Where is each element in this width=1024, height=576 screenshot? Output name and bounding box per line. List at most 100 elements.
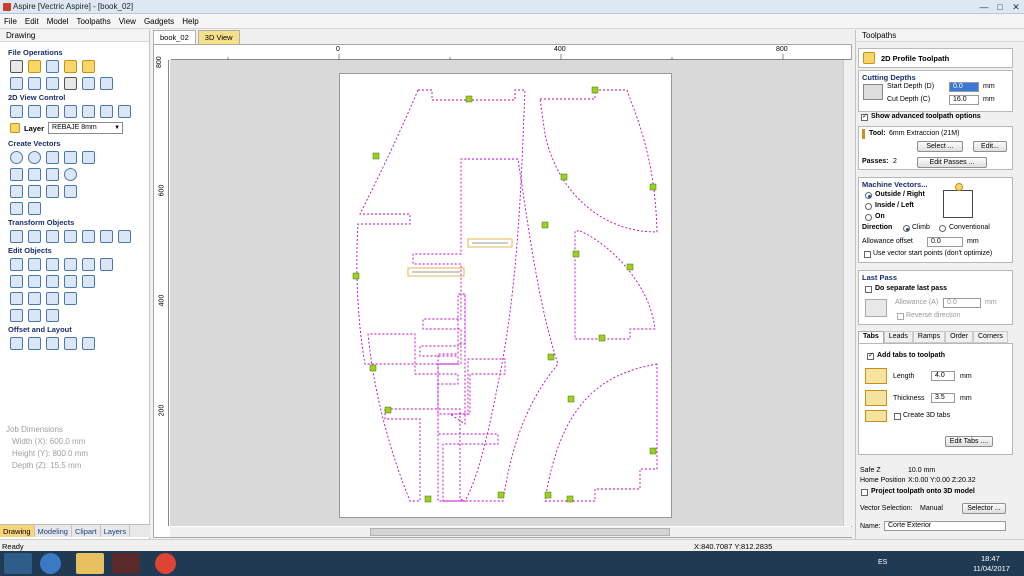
open-folder-icon[interactable] — [64, 60, 77, 73]
curve-icon[interactable] — [46, 168, 59, 181]
arrow-right-icon[interactable] — [64, 292, 77, 305]
new-file-icon[interactable] — [10, 60, 23, 73]
inside-left-radio[interactable] — [865, 203, 872, 210]
allowance-a-input[interactable]: 0.0 — [943, 298, 981, 308]
scissors-icon[interactable] — [82, 275, 95, 288]
zoom-box-icon[interactable] — [46, 105, 59, 118]
subtab-corners[interactable]: Corners — [973, 331, 1008, 343]
layer-dropdown[interactable]: REBAJE 8mm ▼ — [48, 122, 124, 134]
subtab-ramps[interactable]: Ramps — [912, 331, 946, 343]
tab-clipart[interactable]: Clipart — [72, 525, 101, 537]
file-explorer-icon[interactable] — [76, 553, 104, 574]
paste-icon[interactable] — [46, 77, 59, 90]
close-vector-icon[interactable] — [28, 275, 41, 288]
center-icon[interactable] — [118, 230, 131, 243]
zoom-fit-icon[interactable] — [64, 105, 77, 118]
trim-icon[interactable] — [46, 275, 59, 288]
allowance-input[interactable]: 0.0 — [927, 237, 963, 247]
undo-icon[interactable] — [82, 77, 95, 90]
vector-drawing[interactable] — [340, 74, 673, 519]
selector-button[interactable]: Selector ... — [962, 503, 1006, 514]
circle-icon[interactable] — [10, 151, 23, 164]
rectangle-icon[interactable] — [46, 151, 59, 164]
fillet-icon[interactable] — [64, 275, 77, 288]
extend-icon[interactable] — [46, 292, 59, 305]
tool-edit-button[interactable]: Edit... — [973, 141, 1007, 152]
open-file-icon[interactable] — [28, 60, 41, 73]
text-on-curve-icon[interactable] — [28, 185, 41, 198]
select-icon[interactable] — [10, 258, 23, 271]
polygon-icon[interactable] — [64, 151, 77, 164]
chevron-icon[interactable] — [28, 309, 41, 322]
menu-help[interactable]: Help — [182, 17, 198, 26]
project-toolpath-checkbox[interactable] — [861, 489, 868, 496]
horizontal-scroll-thumb[interactable] — [370, 528, 670, 536]
subtab-leads[interactable]: Leads — [883, 331, 913, 343]
rotate-icon[interactable] — [46, 230, 59, 243]
vertical-scrollbar[interactable] — [843, 60, 852, 526]
create-3d-tabs-checkbox[interactable] — [894, 413, 901, 420]
separate-last-pass-checkbox[interactable] — [865, 286, 872, 293]
node-select-icon[interactable] — [28, 258, 41, 271]
view-split-icon[interactable] — [100, 105, 113, 118]
conventional-radio[interactable] — [939, 225, 946, 232]
aspire-taskbar-icon[interactable] — [112, 553, 140, 574]
edit-tabs-button[interactable]: Edit Tabs .... — [945, 436, 993, 447]
offset-icon[interactable] — [10, 337, 23, 350]
spiral-icon[interactable] — [64, 168, 77, 181]
on-radio[interactable] — [865, 214, 872, 221]
corner-icon[interactable] — [46, 309, 59, 322]
tool-select-button[interactable]: Select ... — [917, 141, 963, 152]
dimension-icon[interactable] — [46, 185, 59, 198]
weld-icon[interactable] — [82, 258, 95, 271]
ungroup-icon[interactable] — [64, 258, 77, 271]
mirror-icon[interactable] — [64, 230, 77, 243]
nudge-down-icon[interactable] — [28, 292, 41, 305]
circular-array-icon[interactable] — [46, 337, 59, 350]
measure-icon[interactable] — [100, 258, 113, 271]
move-icon[interactable] — [10, 230, 23, 243]
align-icon[interactable] — [82, 230, 95, 243]
menu-model[interactable]: Model — [47, 17, 69, 26]
name-input[interactable]: Corte Exterior — [884, 521, 1006, 531]
trace-bitmap-icon[interactable] — [28, 202, 41, 215]
polyline-icon[interactable] — [10, 168, 23, 181]
menu-edit[interactable]: Edit — [25, 17, 39, 26]
climb-radio[interactable] — [903, 225, 910, 232]
import-icon[interactable] — [82, 60, 95, 73]
horizontal-scrollbar[interactable] — [170, 527, 852, 537]
material-sheet[interactable] — [339, 73, 672, 518]
tab-layers[interactable]: Layers — [101, 525, 131, 537]
add-tabs-checkbox[interactable] — [867, 351, 874, 360]
scale-icon[interactable] — [28, 230, 41, 243]
copy-icon[interactable] — [28, 77, 41, 90]
view-window-icon[interactable] — [118, 105, 131, 118]
zoom-icon[interactable] — [28, 105, 41, 118]
language-indicator[interactable]: ES — [878, 559, 887, 566]
nest-icon[interactable] — [64, 337, 77, 350]
grid-array-icon[interactable] — [82, 337, 95, 350]
group-icon[interactable] — [46, 258, 59, 271]
tab-book-02[interactable]: book_02 — [153, 30, 196, 44]
teamviewer-icon[interactable] — [40, 553, 61, 574]
clock-date[interactable]: 11/04/2017 — [973, 564, 1010, 573]
close-button[interactable]: ✕ — [1010, 2, 1022, 12]
thickness-input[interactable]: 3.5 — [931, 393, 955, 403]
arc-icon[interactable] — [28, 168, 41, 181]
edit-passes-button[interactable]: Edit Passes ... — [917, 157, 987, 168]
cut-icon[interactable] — [10, 77, 23, 90]
reverse-direction-checkbox[interactable] — [897, 313, 904, 320]
tab-markers[interactable] — [352, 86, 657, 503]
selected-vectors[interactable] — [407, 238, 513, 277]
array-copy-icon[interactable] — [28, 337, 41, 350]
tab-modeling[interactable]: Modeling — [35, 525, 72, 537]
subtab-tabs[interactable]: Tabs — [858, 331, 884, 343]
menu-toolpaths[interactable]: Toolpaths — [76, 17, 110, 26]
join-icon[interactable] — [10, 275, 23, 288]
show-advanced-checkbox[interactable] — [861, 112, 868, 121]
size-icon[interactable] — [100, 230, 113, 243]
smooth-icon[interactable] — [10, 309, 23, 322]
delete-icon[interactable] — [64, 77, 77, 90]
ellipse-icon[interactable] — [28, 151, 41, 164]
view-layout-icon[interactable] — [82, 105, 95, 118]
